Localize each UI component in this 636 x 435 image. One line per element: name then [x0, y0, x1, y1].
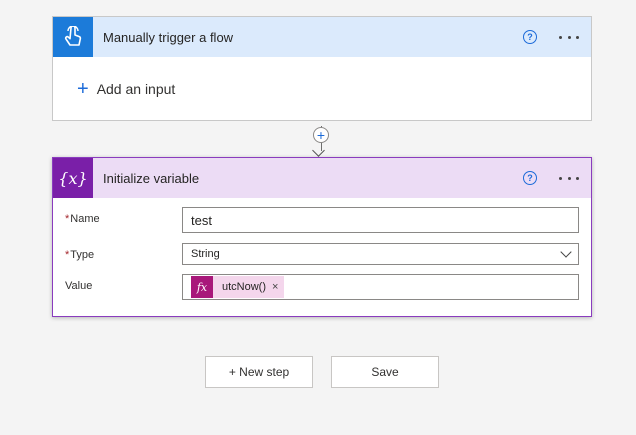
token-label: utcNow(): [222, 281, 267, 293]
more-options-icon[interactable]: [559, 35, 579, 39]
required-mark: *: [65, 249, 70, 261]
expression-token[interactable]: fx utcNow() ×: [191, 276, 285, 298]
add-input-button[interactable]: + Add an input: [77, 79, 175, 99]
type-value: String: [191, 248, 220, 260]
remove-token-icon[interactable]: ×: [272, 281, 278, 293]
more-options-icon[interactable]: [559, 176, 579, 180]
help-icon[interactable]: ?: [523, 171, 537, 185]
required-mark: *: [65, 213, 70, 225]
add-input-label: Add an input: [96, 81, 176, 97]
name-label: *Name: [65, 213, 100, 225]
help-icon[interactable]: ?: [523, 30, 537, 44]
arrow-down-icon: [312, 144, 325, 157]
name-field-row: *Name test: [63, 207, 579, 239]
save-button[interactable]: Save: [331, 356, 439, 388]
name-input[interactable]: test: [182, 207, 579, 233]
value-input[interactable]: fx utcNow() ×: [182, 274, 579, 300]
value-field-row: Value fx utcNow() ×: [63, 274, 579, 306]
trigger-card-header[interactable]: Manually trigger a flow ?: [53, 17, 591, 57]
plus-icon: +: [77, 78, 89, 100]
new-step-button[interactable]: + New step: [205, 356, 313, 388]
initialize-variable-card[interactable]: {x} Initialize variable ? *Name test *Ty…: [52, 157, 592, 317]
variable-icon: {x}: [53, 158, 93, 198]
variable-title: Initialize variable: [103, 170, 200, 186]
type-label: *Type: [65, 249, 95, 261]
value-label: Value: [65, 280, 93, 292]
connector-gap: [321, 121, 322, 126]
trigger-card[interactable]: Manually trigger a flow ? + Add an input: [52, 16, 592, 121]
type-dropdown[interactable]: String: [182, 243, 579, 265]
chevron-down-icon: [560, 246, 572, 258]
variable-card-header[interactable]: {x} Initialize variable ?: [53, 158, 591, 198]
insert-step-button[interactable]: +: [313, 127, 329, 143]
touch-hand-icon: [53, 17, 93, 57]
trigger-title: Manually trigger a flow: [103, 29, 234, 45]
type-field-row: *Type String: [63, 243, 579, 275]
fx-icon: fx: [191, 276, 213, 298]
